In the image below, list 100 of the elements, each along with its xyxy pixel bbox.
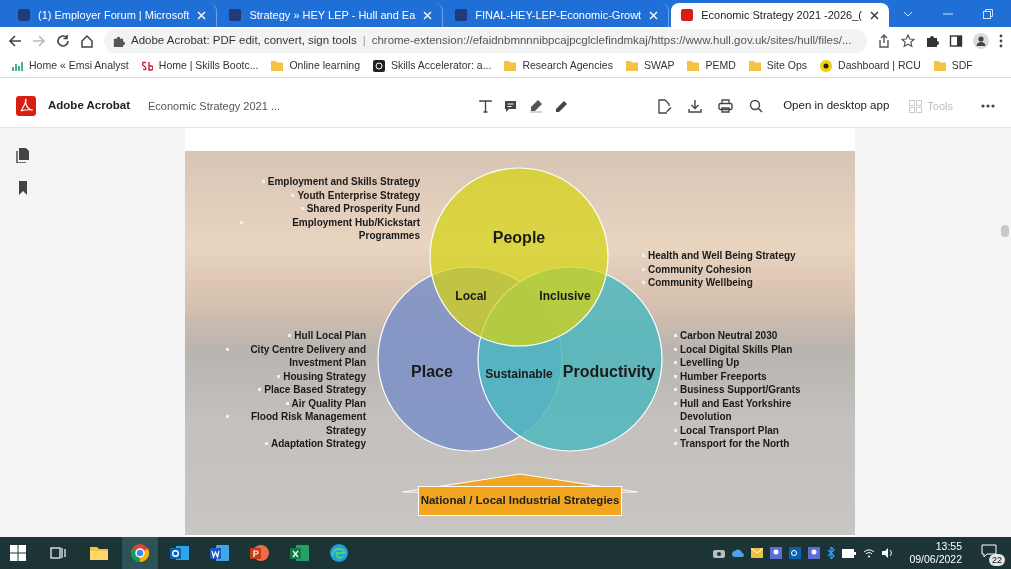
bullet-icon (277, 374, 281, 378)
bookmark[interactable]: PEMD (687, 58, 736, 74)
circle-label: Productivity (562, 363, 656, 380)
more-options-icon[interactable] (981, 104, 995, 108)
envelope-icon[interactable] (751, 548, 764, 558)
bar-chart-icon (12, 61, 23, 71)
mail-tray-icon[interactable] (789, 547, 802, 559)
bullet-icon (642, 267, 645, 271)
bullet-icon (288, 334, 292, 337)
camera-icon[interactable] (713, 548, 726, 558)
start-icon[interactable] (10, 545, 26, 561)
bluetooth-icon[interactable] (827, 547, 836, 559)
side-panel-icon[interactable] (949, 34, 963, 48)
presentation-app-icon[interactable] (250, 544, 270, 562)
bullet-icon (674, 388, 677, 391)
tab-search-icon[interactable] (903, 11, 913, 17)
date-text: 09/06/2022 (909, 553, 962, 566)
reload-icon[interactable] (56, 34, 70, 48)
list-item: Hull and East Yorkshire Devolution (680, 396, 793, 424)
tools-grid-icon (909, 99, 923, 113)
back-icon[interactable] (8, 34, 22, 48)
folder-icon (687, 61, 700, 71)
favicon-icon (455, 9, 468, 21)
acrobat-logo-icon (16, 96, 36, 116)
bullet-icon (642, 281, 645, 284)
folder-icon[interactable] (90, 545, 108, 561)
browser-icon (131, 544, 149, 562)
bullet-icon (642, 254, 645, 257)
list-item: Transport for the North (680, 437, 790, 451)
task-view-icon[interactable] (50, 545, 66, 561)
bookmark[interactable]: Research Agencies (504, 58, 613, 74)
bullet-icon (674, 374, 677, 378)
clock[interactable]: 13:55 09/06/2022 (909, 540, 962, 566)
browser-taskbar-button[interactable] (122, 537, 158, 569)
strategy-banner: National / Local Industrial Strategies (418, 486, 622, 516)
search-icon[interactable] (749, 99, 764, 113)
favicon-icon (229, 9, 242, 21)
bullet-icon (226, 415, 229, 418)
bookmark[interactable]: Home « Emsi Analyst (12, 58, 129, 74)
document-app-icon[interactable] (210, 544, 230, 562)
site-name: Adobe Acrobat: PDF edit, convert, sign tools (131, 33, 357, 49)
logo-icon (373, 60, 386, 72)
address-bar[interactable]: Adobe Acrobat: PDF edit, convert, sign tools | chrome-extension://efaidnbmnnnibpcajpcglclefindmkaj/https://www.hull.gov.uk/sites/hull/files/... (104, 29, 867, 53)
download-icon[interactable] (688, 99, 703, 113)
edge-browser-icon[interactable] (330, 544, 348, 562)
cloud-icon[interactable] (732, 548, 745, 558)
pages-icon[interactable] (16, 148, 29, 163)
comment-icon[interactable] (504, 99, 518, 113)
edit-file-icon[interactable] (658, 98, 673, 114)
separator: | (362, 33, 366, 49)
print-icon[interactable] (718, 99, 734, 113)
tab-title: (1) Employer Forum | Microsoft (38, 7, 190, 23)
speaker-icon[interactable] (882, 548, 895, 558)
profile-icon[interactable] (973, 33, 989, 49)
bookmark[interactable]: SWAP (625, 58, 675, 74)
battery-icon[interactable] (842, 548, 857, 558)
star-icon[interactable] (901, 34, 915, 48)
tab-title: FINAL-HEY-LEP-Economic-Growt (475, 7, 642, 23)
bookmark[interactable]: Home | Skills Bootc... (141, 58, 259, 74)
extensions-icon[interactable] (925, 34, 939, 48)
bookmark[interactable]: Online learning (271, 58, 361, 74)
bullet-icon (674, 428, 677, 432)
list-item: Air Quality Plan (291, 396, 366, 410)
list-item: Shared Prosperity Fund (306, 202, 420, 216)
overlap-label: Local (455, 289, 487, 303)
home-icon[interactable] (80, 34, 94, 48)
folder-icon (933, 61, 946, 71)
share-icon[interactable] (877, 34, 891, 48)
bullet-icon (240, 220, 243, 224)
time-text: 13:55 (935, 540, 962, 553)
mail-app-icon[interactable] (170, 544, 190, 562)
bookmark[interactable]: Site Ops (748, 58, 808, 74)
favicon-icon (18, 9, 30, 21)
overlap-label: Sustainable (485, 367, 553, 381)
browser-tab[interactable]: Economic Strategy 2021 -2026_( (671, 3, 889, 27)
list-item: Employment and Skills Strategy (267, 175, 420, 189)
bookmark[interactable]: Dashboard | RCU (820, 58, 921, 74)
list-item: Humber Freeports (680, 369, 767, 383)
tab-title: Economic Strategy 2021 -2026_( (701, 7, 862, 23)
bookmark[interactable]: SDF (933, 58, 973, 74)
list-item: Local Digital Skills Plan (680, 342, 793, 356)
app-name: Adobe Acrobat (48, 98, 130, 114)
menu-icon[interactable] (999, 34, 1003, 48)
bookmark-icon[interactable] (17, 181, 28, 195)
highlighter-icon[interactable] (529, 99, 544, 113)
text-tool-icon[interactable] (479, 99, 493, 113)
pencil-icon[interactable] (555, 99, 569, 113)
list-item: Local Transport Plan (680, 423, 779, 437)
open-in-desktop-app-button[interactable]: Open in desktop app (779, 97, 894, 115)
wifi-icon[interactable] (863, 548, 876, 558)
spreadsheet-app-icon[interactable] (290, 544, 310, 562)
close-icon[interactable] (870, 10, 879, 20)
list-item: Housing Strategy (283, 369, 366, 383)
bullet-icon (291, 193, 295, 197)
restore-icon[interactable] (983, 9, 993, 19)
list-item: Youth Enterprise Strategy (297, 188, 420, 202)
bookmark[interactable]: Skills Accelerator: a... (373, 58, 492, 74)
speech-bubble-icon (981, 544, 997, 558)
list-item: Community Wellbeing (648, 276, 753, 290)
bullet-icon (674, 401, 677, 405)
